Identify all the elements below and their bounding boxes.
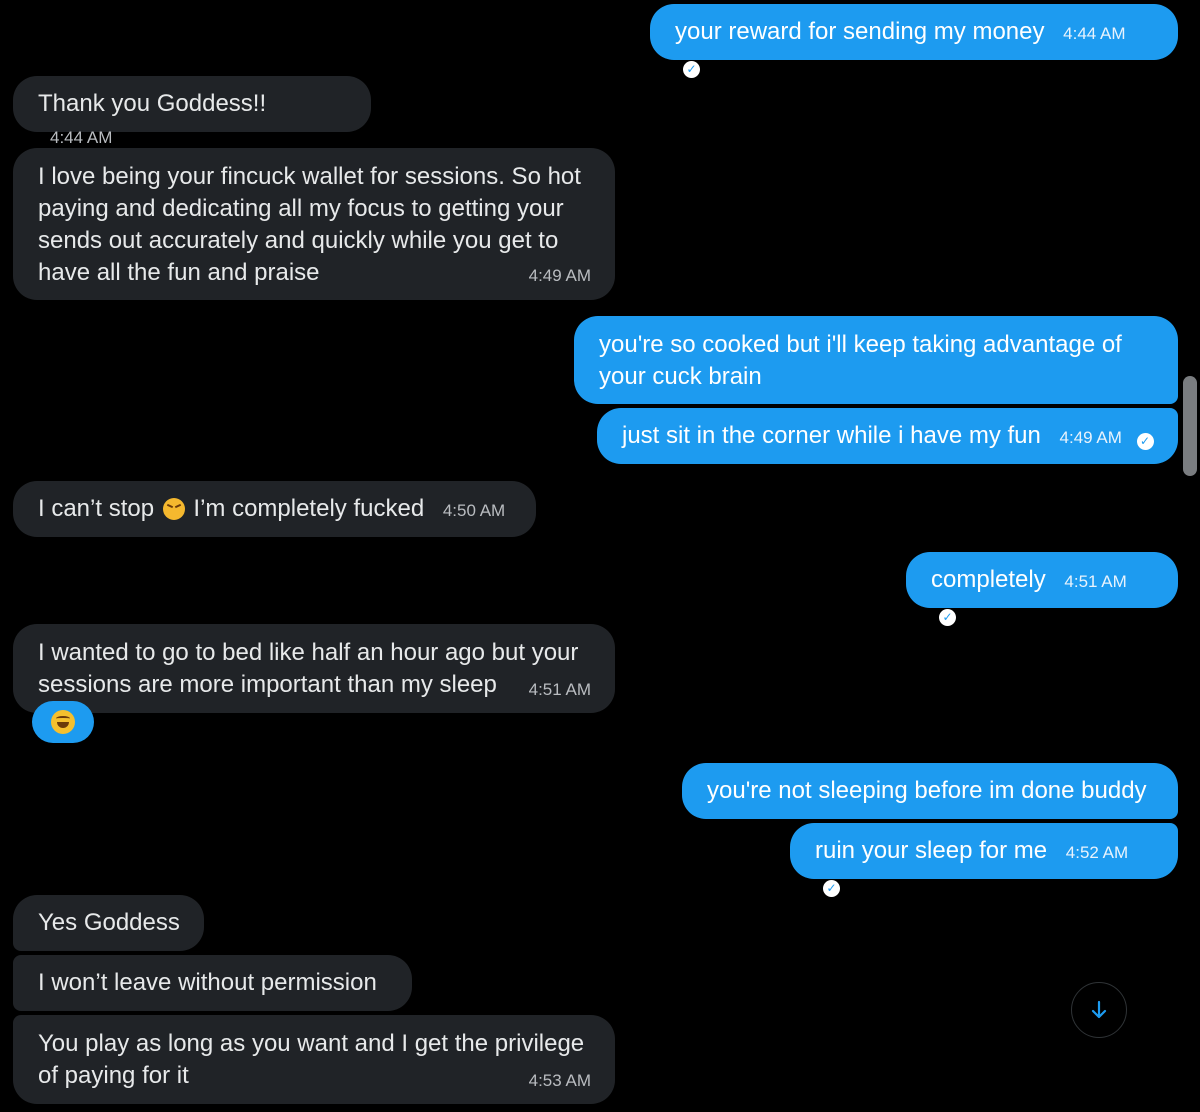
arrow-down-icon <box>1091 1000 1107 1019</box>
message-text-part: I’m completely fucked <box>193 495 425 522</box>
scrollbar-thumb[interactable] <box>1183 376 1197 476</box>
message-time: 4:44 AM <box>50 128 113 147</box>
face-with-tears-of-joy-emoji <box>51 710 75 734</box>
message-time: 4:49 AM <box>1059 428 1122 447</box>
confounded-face-emoji <box>162 498 185 520</box>
message-time: 4:51 AM <box>1064 572 1127 591</box>
message-text: I love being your fincuck wallet for ses… <box>38 163 581 286</box>
outgoing-message[interactable]: completely 4:51 AM ✓ <box>906 552 1178 626</box>
check-circle-icon: ✓ <box>939 609 956 626</box>
outgoing-message[interactable]: your reward for sending my money 4:44 AM… <box>650 4 1178 78</box>
message-text: You play as long as you want and I get t… <box>38 1030 585 1089</box>
message-time: 4:52 AM <box>1065 843 1129 862</box>
message-time: 4:53 AM <box>528 1071 591 1090</box>
check-circle-icon: ✓ <box>1136 433 1154 450</box>
outgoing-message[interactable]: you're so cooked but i'll keep taking ad… <box>574 316 1178 404</box>
incoming-message[interactable]: I wanted to go to bed like half an hour … <box>13 624 615 713</box>
incoming-message[interactable]: I can’t stop I’m completely fucked 4:50 … <box>13 481 536 537</box>
message-time: 4:51 AM <box>528 680 591 699</box>
message-time: 4:50 AM <box>442 501 506 520</box>
message-text: your reward for sending my money <box>675 18 1045 45</box>
incoming-message[interactable]: Thank you Goddess!! 4:44 AM <box>13 76 371 147</box>
message-text: ruin your sleep for me <box>815 837 1048 864</box>
reaction-badge[interactable] <box>32 701 94 743</box>
message-text: Thank you Goddess!! <box>38 90 267 117</box>
message-text-part: I can’t stop <box>38 495 155 522</box>
message-time: 4:44 AM <box>1063 24 1126 43</box>
message-text: I wanted to go to bed like half an hour … <box>38 639 579 698</box>
scroll-to-bottom-button[interactable] <box>1071 982 1127 1038</box>
message-time: 4:49 AM <box>528 266 591 285</box>
incoming-message[interactable]: I won’t leave without permission <box>13 955 412 1011</box>
check-circle-icon: ✓ <box>823 880 840 897</box>
message-text: you're not sleeping before im done buddy <box>707 777 1147 804</box>
outgoing-message[interactable]: ruin your sleep for me 4:52 AM ✓ <box>790 823 1178 897</box>
conversation-view: your reward for sending my money 4:44 AM… <box>0 0 1200 1112</box>
outgoing-message[interactable]: you're not sleeping before im done buddy <box>682 763 1178 819</box>
message-text: I won’t leave without permission <box>38 969 377 996</box>
message-text: just sit in the corner while i have my f… <box>622 422 1041 449</box>
incoming-message[interactable]: Yes Goddess <box>13 895 204 951</box>
message-text: you're so cooked but i'll keep taking ad… <box>599 331 1122 390</box>
message-text: completely <box>931 566 1046 593</box>
incoming-message[interactable]: You play as long as you want and I get t… <box>13 1015 615 1104</box>
message-text: Yes Goddess <box>38 909 180 936</box>
incoming-message[interactable]: I love being your fincuck wallet for ses… <box>13 148 615 300</box>
check-circle-icon: ✓ <box>683 61 700 78</box>
outgoing-message[interactable]: just sit in the corner while i have my f… <box>597 408 1178 464</box>
